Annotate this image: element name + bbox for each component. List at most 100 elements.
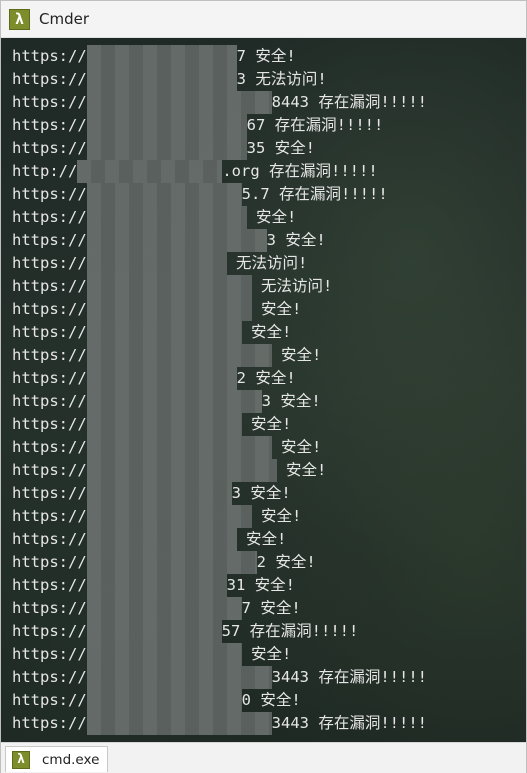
url-tail: 7 <box>236 47 246 65</box>
redacted-host-mask <box>77 160 223 183</box>
url-scheme: https:// <box>12 300 87 318</box>
redacted-host-mask <box>86 666 272 689</box>
console-line: https:// 67 存在漏洞!!!!! <box>12 114 526 137</box>
url-scheme: https:// <box>12 576 87 594</box>
redacted-host-mask <box>86 574 227 597</box>
redacted-host-mask <box>86 114 247 137</box>
url-scheme: https:// <box>12 415 87 433</box>
scan-status: 安全! <box>255 369 296 387</box>
url-scheme: https:// <box>12 231 87 249</box>
console-line: https:// 安全! <box>12 206 526 229</box>
url-scheme: https:// <box>12 277 87 295</box>
window-title: Cmder <box>39 10 90 28</box>
scan-status: 安全! <box>246 530 287 548</box>
redacted-host-mask <box>86 91 272 114</box>
scan-status: 安全! <box>261 300 302 318</box>
console-line: https:// 安全! <box>12 344 526 367</box>
url-scheme: https:// <box>12 507 87 525</box>
scan-status: 安全! <box>255 47 296 65</box>
console-line: https:// 31 安全! <box>12 574 526 597</box>
url-scheme: https:// <box>12 254 87 272</box>
title-bar[interactable]: λ Cmder <box>1 1 526 38</box>
url-scheme: https:// <box>12 714 87 732</box>
console-line: https:// 8443 存在漏洞!!!!! <box>12 91 526 114</box>
scan-status: 安全! <box>281 438 322 456</box>
scan-status: 存在漏洞!!!!! <box>318 714 427 732</box>
redacted-host-mask <box>86 321 242 344</box>
url-scheme: https:// <box>12 369 87 387</box>
redacted-host-mask <box>86 298 252 321</box>
scan-status: 安全! <box>260 691 301 709</box>
url-scheme: http:// <box>12 162 78 180</box>
console-lines: https:// 7 安全! https:// 3 无法访问! https:// 8443… <box>12 45 526 735</box>
url-scheme: https:// <box>12 691 87 709</box>
console-line: https:// 安全! <box>12 643 526 666</box>
scan-status: 安全! <box>275 553 316 571</box>
url-scheme: https:// <box>12 622 87 640</box>
console-output[interactable]: https:// 7 安全! https:// 3 无法访问! https:// 8443… <box>1 38 526 742</box>
scan-status: 安全! <box>286 461 327 479</box>
console-line: https:// 2 安全! <box>12 551 526 574</box>
url-tail: 3 <box>261 392 271 410</box>
console-line: https:// 安全! <box>12 321 526 344</box>
console-line: https:// 57 存在漏洞!!!!! <box>12 620 526 643</box>
redacted-host-mask <box>86 206 247 229</box>
console-line: https:// 3443 存在漏洞!!!!! <box>12 666 526 689</box>
redacted-host-mask <box>86 68 237 91</box>
url-scheme: https:// <box>12 553 87 571</box>
url-tail: 67 <box>246 116 266 134</box>
console-line: https:// 7 安全! <box>12 45 526 68</box>
url-tail: 3443 <box>271 668 309 686</box>
tab-label: cmd.exe <box>42 751 100 768</box>
scan-status: 安全! <box>274 139 316 157</box>
url-tail: 31 <box>226 576 246 594</box>
console-line: https:// 5.7 存在漏洞!!!!! <box>12 183 526 206</box>
redacted-host-mask <box>86 528 237 551</box>
redacted-host-mask <box>86 712 272 735</box>
redacted-host-mask <box>86 229 267 252</box>
url-scheme: https:// <box>12 484 87 502</box>
console-line: https:// 7 安全! <box>12 597 526 620</box>
url-tail: 5.7 <box>241 185 270 203</box>
scan-status: 安全! <box>280 392 321 410</box>
scan-status: 无法访问! <box>236 254 308 272</box>
console-line: https:// 2 安全! <box>12 367 526 390</box>
url-tail: 35 <box>246 139 266 157</box>
url-scheme: https:// <box>12 346 87 364</box>
url-scheme: https:// <box>12 139 87 157</box>
scan-status: 存在漏洞!!!!! <box>249 622 359 640</box>
console-line: https:// 3 安全! <box>12 482 526 505</box>
url-scheme: https:// <box>12 668 87 686</box>
scan-status: 安全! <box>256 208 297 226</box>
console-line: https:// 35 安全! <box>12 137 526 160</box>
url-scheme: https:// <box>12 645 87 663</box>
console-line: https:// 3 安全! <box>12 229 526 252</box>
scan-status: 存在漏洞!!!!! <box>269 162 378 180</box>
redacted-host-mask <box>86 551 257 574</box>
scan-status: 存在漏洞!!!!! <box>318 93 427 111</box>
redacted-host-mask <box>86 620 222 643</box>
redacted-host-mask <box>86 183 242 206</box>
redacted-host-mask <box>86 252 227 275</box>
url-tail: 8443 <box>271 93 309 111</box>
redacted-host-mask <box>86 436 272 459</box>
lambda-icon: λ <box>9 8 30 30</box>
redacted-host-mask <box>86 505 252 528</box>
scan-status: 存在漏洞!!!!! <box>274 116 384 134</box>
redacted-host-mask <box>86 344 272 367</box>
console-line: https:// 3443 存在漏洞!!!!! <box>12 712 526 735</box>
url-tail: 7 <box>241 599 251 617</box>
scan-status: 存在漏洞!!!!! <box>318 668 427 686</box>
console-line: https:// 安全! <box>12 298 526 321</box>
scan-status: 无法访问! <box>255 70 327 88</box>
scan-status: 安全! <box>285 231 326 249</box>
console-line: https:// 0 安全! <box>12 689 526 712</box>
url-scheme: https:// <box>12 461 87 479</box>
scan-status: 安全! <box>254 576 296 594</box>
url-scheme: https:// <box>12 599 87 617</box>
url-scheme: https:// <box>12 70 87 88</box>
console-line: https:// 安全! <box>12 528 526 551</box>
console-line: https:// 安全! <box>12 436 526 459</box>
url-tail: 2 <box>256 553 266 571</box>
tab-cmd-exe[interactable]: λ cmd.exe <box>5 746 108 772</box>
